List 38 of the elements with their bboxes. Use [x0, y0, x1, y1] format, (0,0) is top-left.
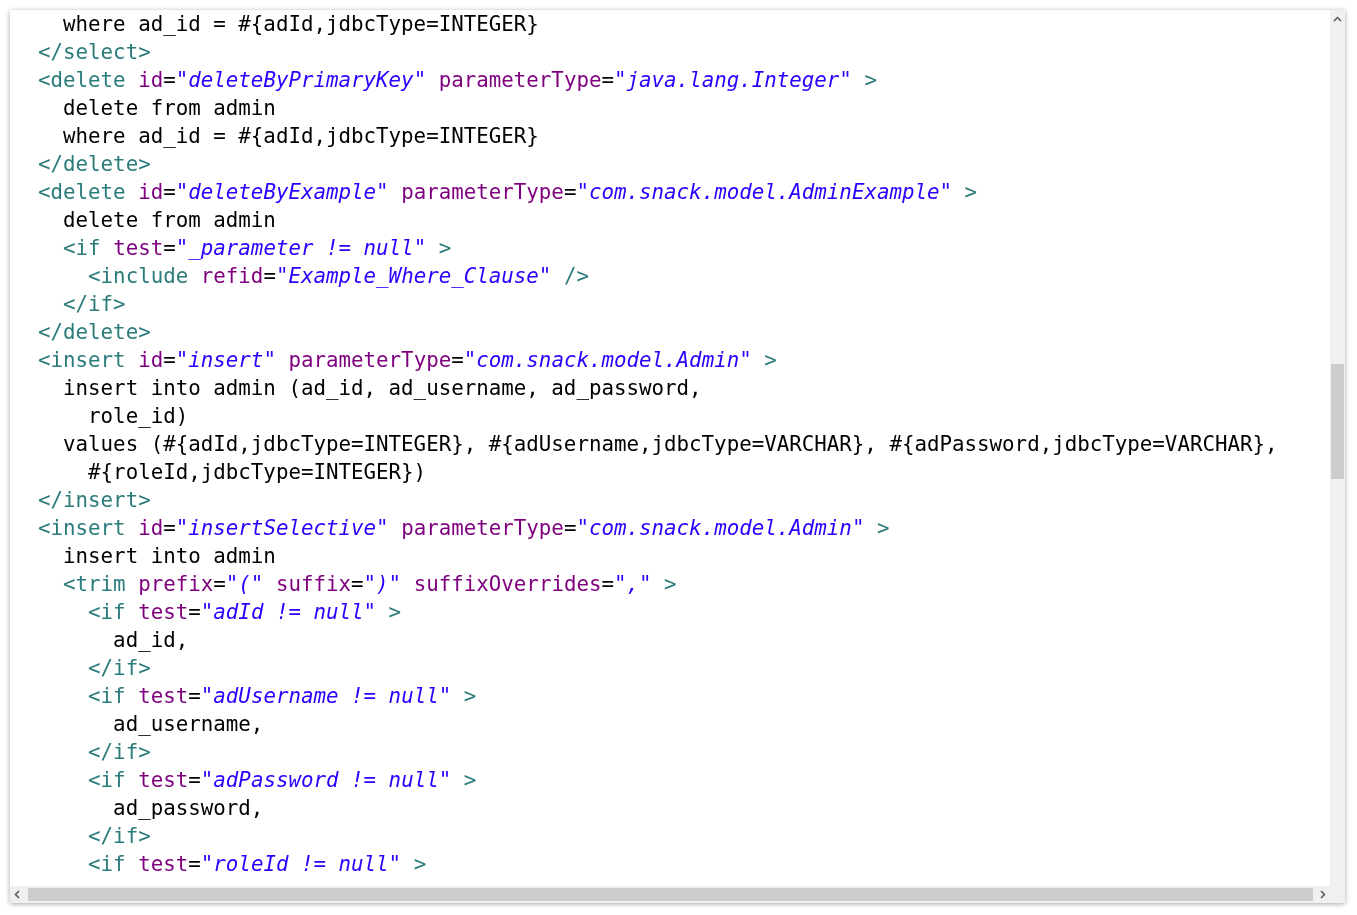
- horizontal-scrollbar[interactable]: [10, 886, 1345, 903]
- code-line: </insert>: [38, 488, 151, 512]
- code-line: <if test="adId != null" >: [87, 600, 402, 624]
- code-line: <insert id="insertSelective" parameterType="com.snack.model.Admin" >: [38, 516, 890, 540]
- code-line: </delete>: [38, 320, 151, 344]
- code-line: <delete id="deleteByPrimaryKey" parameterType="java.lang.Integer" >: [38, 68, 877, 92]
- code-line: ad_id,: [112, 628, 189, 652]
- vertical-scrollbar[interactable]: [1330, 10, 1345, 886]
- code-line: values (#{adId,jdbcType=INTEGER}, #{adUsername,jdbcType=VARCHAR}, #{adPassword,jdbcType=VARCHAR},: [62, 432, 1278, 456]
- code-line: ad_username,: [112, 712, 264, 736]
- code-line: <include refid="Example_Where_Clause" />: [87, 264, 589, 288]
- scroll-up-icon[interactable]: [1333, 16, 1342, 22]
- code-line: <if test="_parameter != null" >: [62, 236, 452, 260]
- code-line: #{roleId,jdbcType=INTEGER}): [87, 460, 427, 484]
- scrollbar-thumb[interactable]: [1331, 364, 1344, 479]
- scrollbar-thumb[interactable]: [28, 888, 1313, 901]
- code-line: <if test="roleId != null" >: [87, 852, 427, 876]
- code-line: insert into admin: [62, 544, 276, 568]
- code-line: </if>: [87, 824, 151, 848]
- code-line: </select>: [38, 40, 151, 64]
- code-line: where ad_id = #{adId,jdbcType=INTEGER}: [62, 124, 539, 148]
- code-line: </if>: [87, 656, 151, 680]
- code-line: </if>: [62, 292, 126, 316]
- scroll-right-icon[interactable]: [1320, 890, 1326, 899]
- code-line: </delete>: [38, 152, 151, 176]
- code-line: ad_password,: [112, 796, 264, 820]
- code-line: insert into admin (ad_id, ad_username, ad_password,: [62, 376, 702, 400]
- code-line: role_id): [87, 404, 189, 428]
- code-line: delete from admin: [62, 208, 276, 232]
- code-line: <insert id="insert" parameterType="com.snack.model.Admin" >: [38, 348, 777, 372]
- code-line: where ad_id = #{adId,jdbcType=INTEGER}: [62, 12, 539, 36]
- code-line: <trim prefix="(" suffix=")" suffixOverrides="," >: [62, 572, 677, 596]
- code-line: <delete id="deleteByExample" parameterType="com.snack.model.AdminExample" >: [38, 180, 978, 204]
- code-line: <if test="adPassword != null" >: [87, 768, 477, 792]
- scroll-left-icon[interactable]: [14, 890, 20, 899]
- code-line: <if test="adUsername != null" >: [87, 684, 477, 708]
- code-line: </if>: [87, 740, 151, 764]
- code-line: delete from admin: [62, 96, 276, 120]
